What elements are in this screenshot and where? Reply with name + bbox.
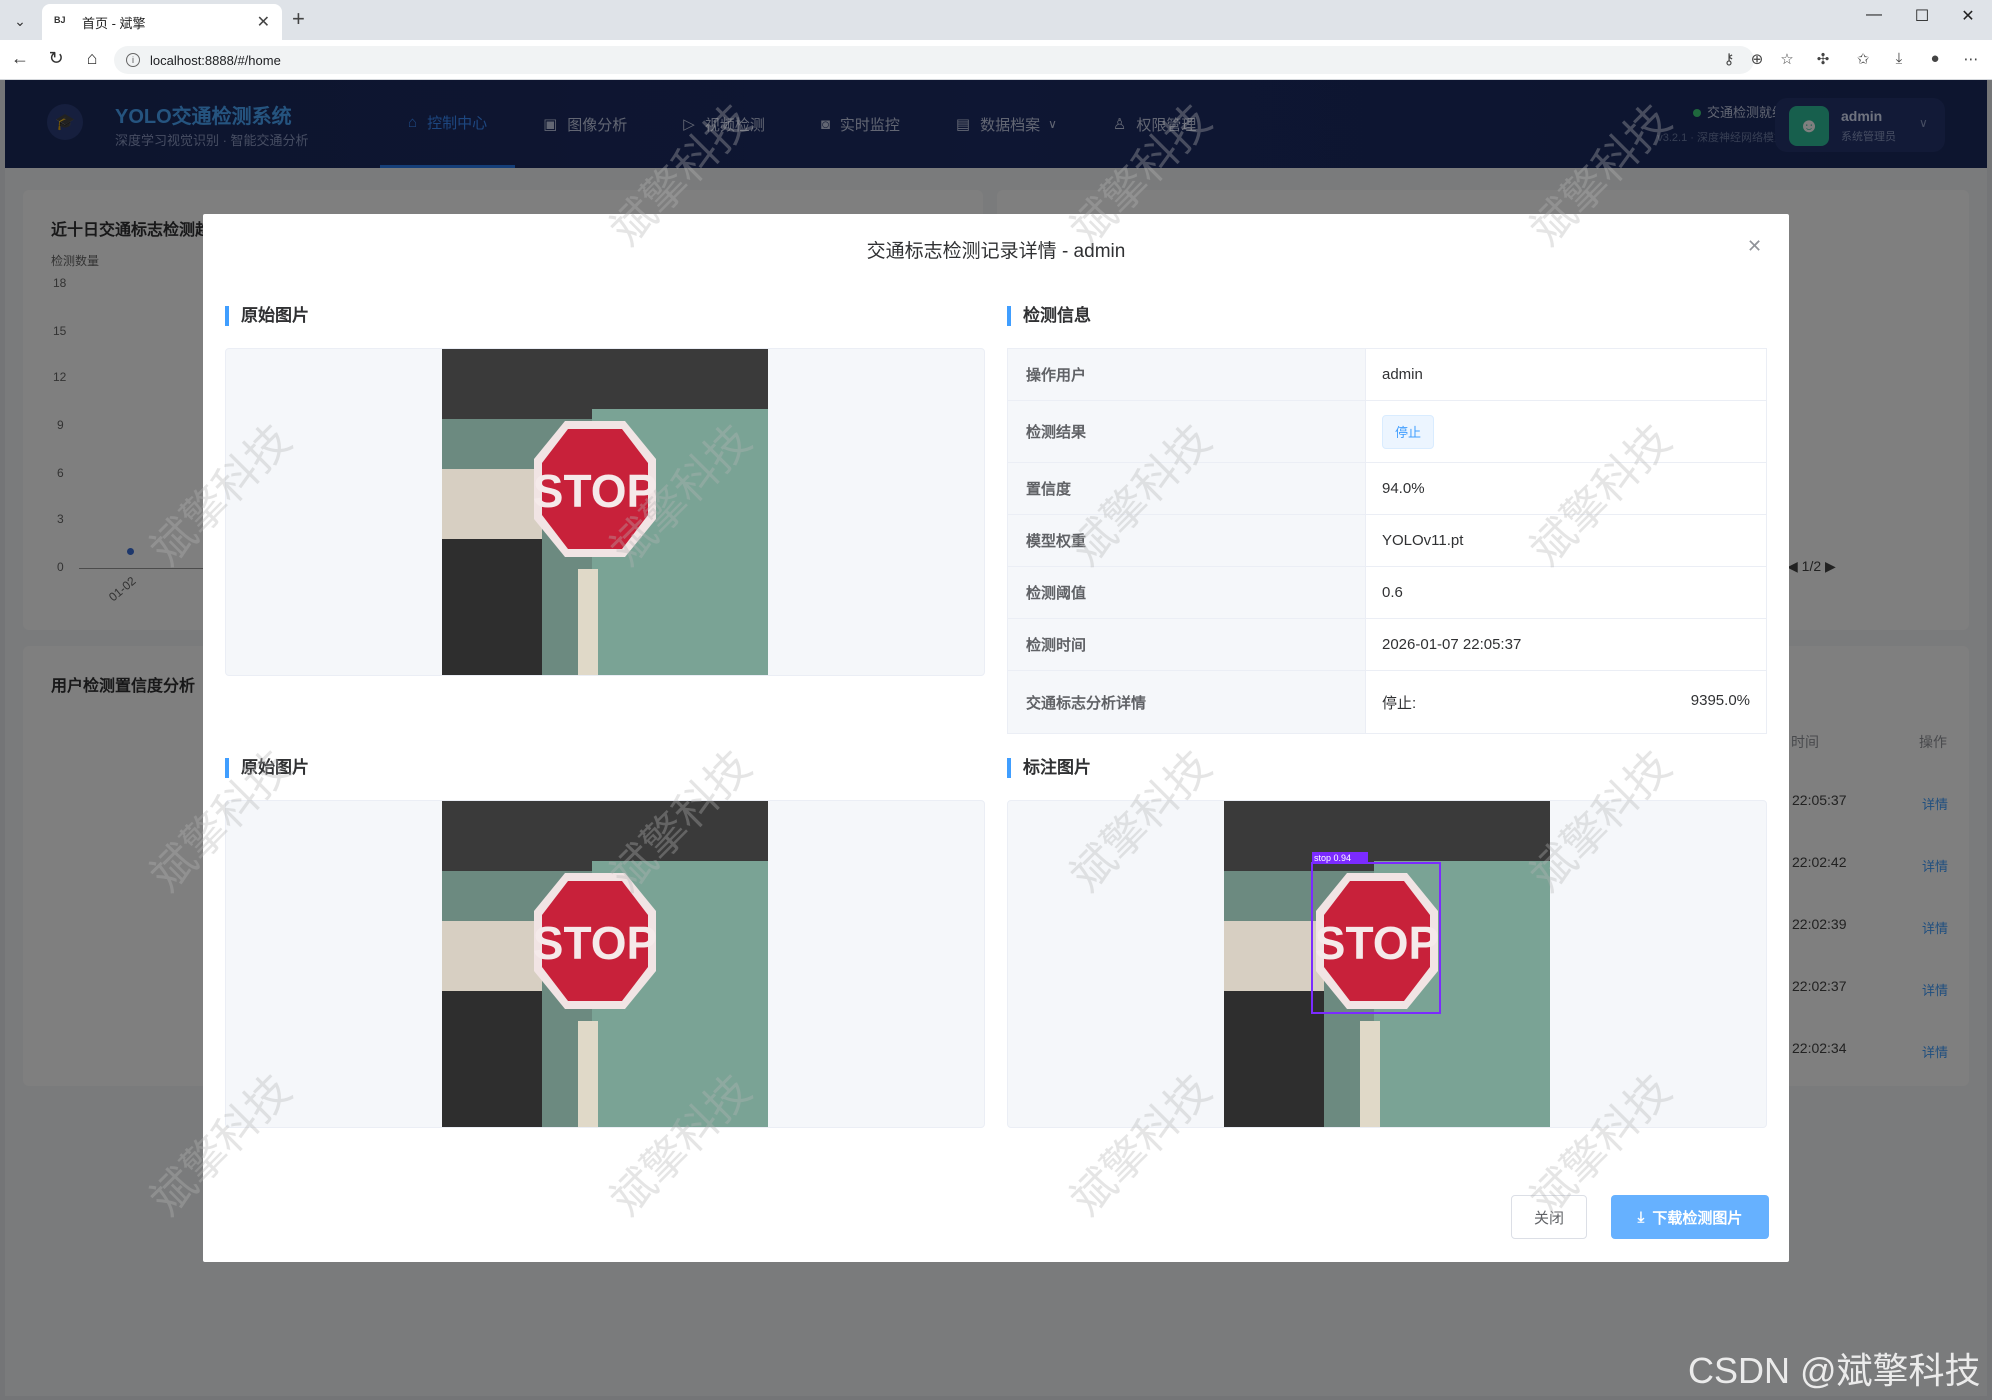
dialog-close-icon[interactable]: ✕	[1747, 236, 1762, 257]
zoom-icon[interactable]: ⊕	[1746, 50, 1768, 68]
minimize-icon[interactable]: —	[1854, 6, 1894, 24]
url-field[interactable]: i localhost:8888/#/home	[114, 46, 1754, 74]
info-row-time: 检测时间 2026-01-07 22:05:37	[1008, 619, 1766, 671]
info-key: 置信度	[1008, 463, 1366, 514]
info-key: 检测结果	[1008, 401, 1366, 462]
tab-list-chevron-icon[interactable]: ⌄	[6, 8, 34, 34]
window-close-icon[interactable]: ✕	[1948, 6, 1988, 26]
site-info-icon[interactable]: i	[126, 53, 140, 67]
original-image: STOP	[442, 349, 768, 675]
extensions-icon[interactable]: ✣	[1812, 50, 1834, 68]
section-original-image-2: 原始图片	[225, 758, 309, 778]
section-annotated-image: 标注图片	[1007, 758, 1091, 778]
download-image-button[interactable]: ⤓ 下载检测图片	[1611, 1195, 1769, 1239]
info-key: 操作用户	[1008, 349, 1366, 400]
info-key: 模型权重	[1008, 515, 1366, 566]
stop-sign-text: STOP	[533, 465, 657, 517]
info-key: 交通标志分析详情	[1008, 671, 1366, 733]
maximize-icon[interactable]: ☐	[1902, 6, 1942, 26]
info-row-analysis: 交通标志分析详情 停止: 9395.0%	[1008, 671, 1766, 733]
info-row-confidence: 置信度 94.0%	[1008, 463, 1766, 515]
tab-title: 首页 - 斌擎	[82, 15, 146, 31]
info-value: 2026-01-07 22:05:37	[1382, 636, 1522, 653]
stop-sign-text: STOP	[1315, 917, 1439, 969]
record-detail-dialog: 交通标志检测记录详情 - admin ✕ 原始图片 检测信息 STOP 操作用户…	[203, 214, 1789, 1262]
info-row-user: 操作用户 admin	[1008, 349, 1766, 401]
info-row-model: 模型权重 YOLOv11.pt	[1008, 515, 1766, 567]
result-tag: 停止	[1382, 414, 1435, 449]
key-icon[interactable]: ⚷	[1718, 50, 1740, 68]
info-value-cell: 停止	[1366, 401, 1766, 462]
bbox-label: stop 0.94	[1314, 853, 1351, 863]
stop-sign-text: STOP	[533, 917, 657, 969]
close-button[interactable]: 关闭	[1511, 1195, 1587, 1239]
tab-close-icon[interactable]: ✕	[257, 12, 270, 32]
csdn-watermark: CSDN @斌擎科技	[1688, 1350, 1981, 1391]
favorites-icon[interactable]: ✩	[1852, 50, 1874, 68]
section-detection-info: 检测信息	[1007, 306, 1091, 326]
download-button-label: 下载检测图片	[1652, 1209, 1743, 1227]
home-icon[interactable]: ⌂	[80, 48, 104, 69]
new-tab-plus-icon[interactable]: +	[292, 6, 305, 32]
info-key: 检测时间	[1008, 619, 1366, 670]
browser-tabstrip: ⌄ BJ 首页 - 斌擎 ✕ + — ☐ ✕	[0, 0, 1992, 40]
info-value-cell: 停止: 9395.0%	[1366, 671, 1766, 733]
info-row-result: 检测结果 停止	[1008, 401, 1766, 463]
info-row-threshold: 检测阈值 0.6	[1008, 567, 1766, 619]
annotated-image-box: STOP stop 0.94	[1007, 800, 1767, 1128]
profile-icon[interactable]: ●	[1924, 50, 1946, 67]
browser-tab[interactable]: BJ 首页 - 斌擎 ✕	[42, 4, 282, 40]
url-text: localhost:8888/#/home	[150, 52, 281, 68]
info-value: admin	[1382, 366, 1423, 383]
more-menu-icon[interactable]: ⋯	[1960, 50, 1982, 68]
original-image-2: STOP	[442, 801, 768, 1127]
bookmark-star-icon[interactable]: ☆	[1776, 50, 1798, 68]
info-value: 0.6	[1382, 584, 1403, 601]
annotated-image: STOP stop 0.94	[1224, 801, 1550, 1127]
back-arrow-icon[interactable]: ←	[8, 48, 32, 69]
analysis-percent: 9395.0%	[1690, 691, 1750, 709]
original-image-box-2: STOP	[225, 800, 985, 1128]
dialog-title: 交通标志检测记录详情 - admin	[866, 241, 1126, 262]
analysis-label: 停止:	[1382, 694, 1417, 712]
address-bar-row: ← ↻ ⌂ i localhost:8888/#/home ⚷ ⊕ ☆ ✣ ✩ …	[0, 40, 1992, 80]
tab-favicon: BJ	[54, 15, 66, 25]
reload-icon[interactable]: ↻	[44, 48, 68, 69]
section-original-image: 原始图片	[225, 306, 309, 326]
download-icon[interactable]: ⤓	[1888, 50, 1910, 67]
info-value: YOLOv11.pt	[1382, 532, 1464, 549]
detection-info-table: 操作用户 admin 检测结果 停止 置信度 94.0% 模型权重 YOLOv1…	[1007, 348, 1767, 734]
info-value: 94.0%	[1382, 480, 1425, 497]
original-image-box: STOP	[225, 348, 985, 676]
info-key: 检测阈值	[1008, 567, 1366, 618]
download-icon: ⤓	[1637, 1208, 1645, 1226]
